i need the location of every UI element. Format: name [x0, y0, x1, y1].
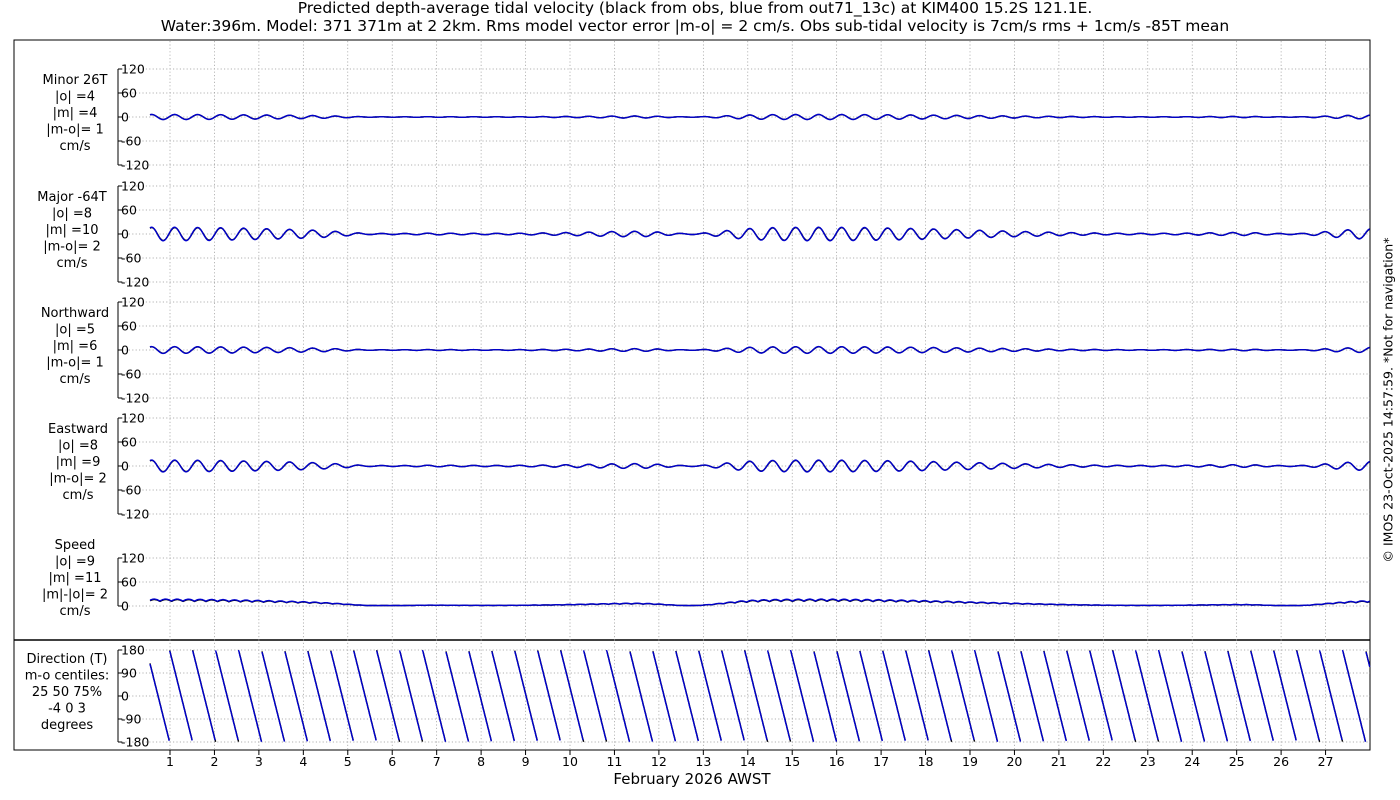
y-tick-label: 120	[121, 62, 145, 77]
panel-direction: 180 90 0 -90 -180 Direction (T) m-o centiles:2…	[25, 643, 1371, 750]
grid-lines	[169, 41, 1326, 749]
y-tick-label: -60	[121, 134, 141, 149]
panel-label-line: |o| =9	[55, 555, 95, 570]
panel-minor: 120 60 0 -60 -120 Minor 26T |o| =4|m| =4 |m-o|=…	[43, 62, 1370, 173]
y-tick-label: 120	[121, 179, 145, 194]
y-tick-label: 0	[121, 599, 129, 614]
x-tick-label: 7	[433, 754, 441, 769]
x-tick-label: 8	[477, 754, 485, 769]
y-tick-label: 120	[121, 551, 145, 566]
y-tick-label: -120	[121, 158, 149, 173]
panel-speed: 120 60 0 Speed |o| =9|m| =11 |m|-|o|= 2cm/s	[42, 538, 1370, 619]
x-tick-label: 4	[299, 754, 307, 769]
y-tick-label: -60	[121, 251, 141, 266]
panel-label-line: 25 50 75%	[32, 685, 102, 700]
x-tick-label: 17	[873, 754, 889, 769]
panel-label-line: |m-o|= 2	[49, 472, 107, 487]
x-tick-label: 19	[962, 754, 978, 769]
y-tick-label: -60	[121, 367, 141, 382]
x-tick-label: 13	[695, 754, 711, 769]
panel-label-line: Minor 26T	[43, 73, 108, 88]
panel-northward: 120 60 0 -60 -120 Northward |o| =5|m| =6 |m-o|=…	[41, 295, 1370, 406]
panel-label-line: Direction (T)	[27, 652, 108, 667]
y-tick-label: 60	[121, 575, 137, 590]
panel-label-line: |o| =8	[52, 207, 92, 222]
panel-label-line: Speed	[55, 538, 96, 553]
y-tick-label: 0	[121, 689, 129, 704]
y-tick-label: -120	[121, 275, 149, 290]
x-axis-label: February 2026 AWST	[613, 770, 771, 788]
x-tick-label: 27	[1318, 754, 1334, 769]
panel-label-line: cm/s	[60, 139, 91, 154]
y-tick-label: 0	[121, 227, 129, 242]
y-tick-label: 0	[121, 110, 129, 125]
x-tick-label: 11	[606, 754, 622, 769]
panel-label-line: cm/s	[57, 256, 88, 271]
y-tick-label: 90	[121, 666, 137, 681]
credit-text: © IMOS 23-Oct-2025 14:57:59. *Not for na…	[1380, 237, 1396, 563]
panel-label-line: cm/s	[60, 604, 91, 619]
y-tick-label: 120	[121, 295, 145, 310]
y-tick-label: 60	[121, 86, 137, 101]
x-tick-label: 25	[1229, 754, 1245, 769]
x-tick-label: 1	[166, 754, 174, 769]
panel-label-line: cm/s	[63, 488, 94, 503]
x-tick-label: 23	[1140, 754, 1156, 769]
panel-label-line: Eastward	[48, 422, 108, 437]
x-tick-label: 24	[1184, 754, 1200, 769]
panel-label-line: degrees	[41, 718, 94, 733]
y-tick-label: 60	[121, 203, 137, 218]
x-tick-label: 22	[1095, 754, 1111, 769]
x-tick-label: 10	[562, 754, 578, 769]
y-tick-label: 180	[121, 643, 145, 658]
panel-label-line: |m| =4	[53, 106, 98, 121]
x-tick-label: 3	[255, 754, 263, 769]
panel-label-line: |m| =9	[56, 455, 101, 470]
y-tick-label: -120	[121, 507, 149, 522]
x-tick-label: 16	[829, 754, 845, 769]
x-tick-label: 20	[1006, 754, 1022, 769]
panels: 120 60 0 -60 -120 Minor 26T |o| =4|m| =4 |m-o|=…	[25, 62, 1371, 750]
panel-label-line: |m-o|= 2	[43, 240, 101, 255]
panel-label-line: |o| =5	[55, 323, 95, 338]
x-tick-label: 21	[1051, 754, 1067, 769]
y-tick-label: 120	[121, 411, 145, 426]
panel-label-line: |o| =4	[55, 90, 95, 105]
panel-eastward: 120 60 0 -60 -120 Eastward |o| =8|m| =9 |m-o|= …	[48, 411, 1370, 522]
x-tick-label: 5	[344, 754, 352, 769]
x-tick-label: 15	[784, 754, 800, 769]
panel-label-line: cm/s	[60, 372, 91, 387]
x-tick-label: 2	[210, 754, 218, 769]
plot-frame	[13, 39, 1371, 751]
panel-label-line: Major -64T	[37, 190, 106, 205]
x-tick-label: 9	[522, 754, 530, 769]
y-tick-label: 0	[121, 343, 129, 358]
x-tick-label: 12	[651, 754, 667, 769]
panel-label-line: |m| =11	[49, 571, 102, 586]
panel-label-line: Northward	[41, 306, 109, 321]
panel-label-line: -4 0 3	[48, 702, 86, 717]
x-tick-label: 18	[918, 754, 934, 769]
panel-label-line: |o| =8	[58, 439, 98, 454]
x-axis: 1 2 3 4 5 6 7 8 9 10 11 12 13 14 15 16 17 18 19 20 21 22 23 24 2…	[166, 750, 1334, 769]
y-tick-label: 60	[121, 319, 137, 334]
panel-label-line: |m| =6	[53, 339, 98, 354]
x-tick-label: 26	[1273, 754, 1289, 769]
tidal-velocity-figure: 120600-60-120Minor 26T|o| =4|m| =4|m-o|=…	[13, 39, 1371, 788]
y-tick-label: 0	[121, 459, 129, 474]
y-tick-label: -180	[121, 735, 149, 750]
y-tick-label: 60	[121, 435, 137, 450]
panel-label-line: |m-o|= 1	[46, 356, 104, 371]
y-tick-label: -90	[121, 712, 141, 727]
panel-label-line: |m| =10	[46, 223, 99, 238]
x-tick-label: 6	[388, 754, 396, 769]
panel-label-line: |m-o|= 1	[46, 123, 104, 138]
panel-label-line: m-o centiles:	[25, 669, 110, 684]
x-tick-label: 14	[740, 754, 756, 769]
y-tick-label: -60	[121, 483, 141, 498]
panel-label-line: |m|-|o|= 2	[42, 588, 108, 603]
y-tick-label: -120	[121, 391, 149, 406]
